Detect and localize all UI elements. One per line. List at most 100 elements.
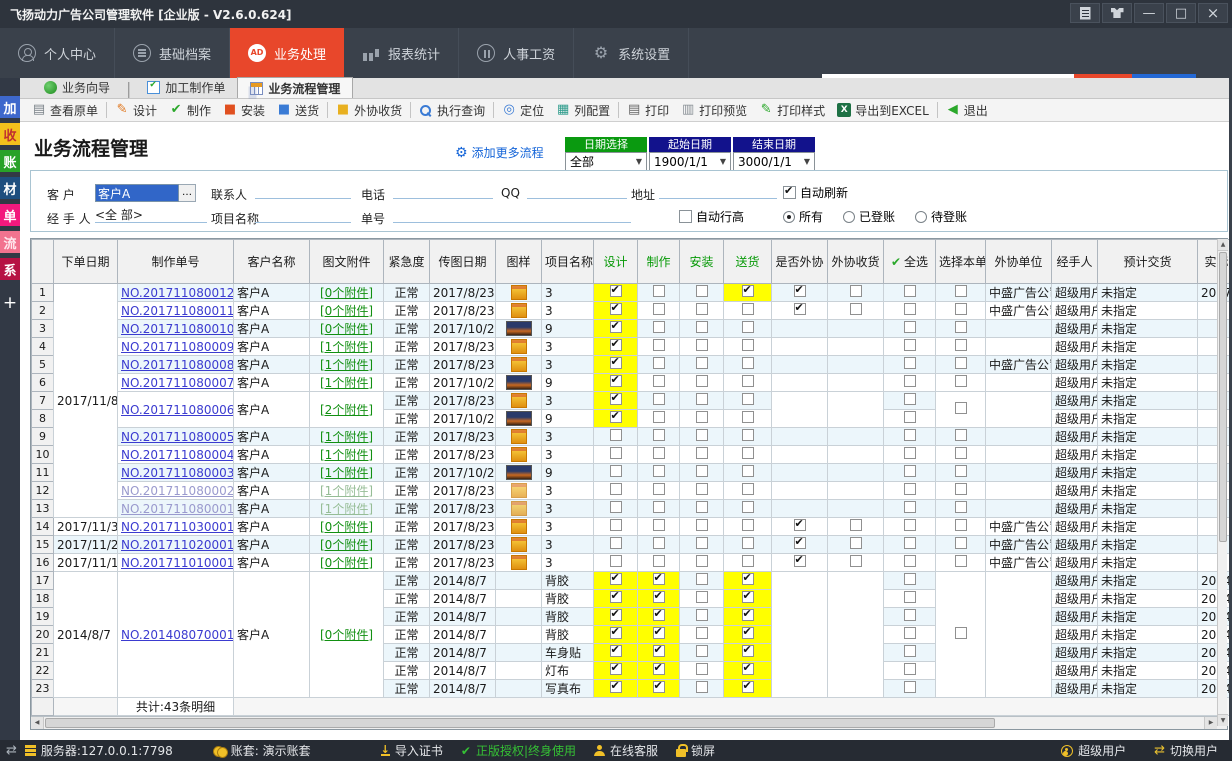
check-deliver[interactable] <box>742 627 754 639</box>
toolbar-button-导出到EXCEL[interactable]: X导出到EXCEL <box>831 100 935 121</box>
check-install[interactable] <box>696 537 708 549</box>
col-制作[interactable]: 制作 <box>638 240 680 284</box>
check-install[interactable] <box>696 465 708 477</box>
order-link[interactable]: NO.201711080008 <box>121 358 234 372</box>
check-make[interactable] <box>653 357 665 369</box>
thumbnail-gold[interactable] <box>511 339 527 354</box>
check-deliver[interactable] <box>742 375 754 387</box>
check-select-order[interactable] <box>955 285 967 297</box>
check-design[interactable] <box>610 339 622 351</box>
check-select-all[interactable] <box>904 375 916 387</box>
maximize-button[interactable]: □ <box>1166 3 1196 23</box>
check-outsourced[interactable] <box>794 555 806 567</box>
sidebar-item-材[interactable]: 材 <box>0 177 20 199</box>
agent-input[interactable] <box>95 206 207 223</box>
scroll-right-button[interactable]: ▶ <box>1204 717 1217 729</box>
close-button[interactable]: × <box>1198 3 1228 23</box>
check-design[interactable] <box>610 411 622 423</box>
date-dropdown-日期选择[interactable]: 全部▼ <box>565 152 647 171</box>
check-design[interactable] <box>610 357 622 369</box>
check-select-order[interactable] <box>955 321 967 333</box>
check-make[interactable] <box>653 339 665 351</box>
check-install[interactable] <box>696 645 708 657</box>
check-select-all[interactable] <box>904 645 916 657</box>
check-select-all[interactable] <box>904 357 916 369</box>
check-deliver[interactable] <box>742 663 754 675</box>
sidebar-item-收[interactable]: 收 <box>0 123 20 145</box>
check-install[interactable] <box>696 555 708 567</box>
check-select-order[interactable] <box>955 501 967 513</box>
col-是否外协[interactable]: 是否外协 <box>772 240 828 284</box>
order-link[interactable]: NO.201408070001 <box>121 628 234 642</box>
check-install[interactable] <box>696 483 708 495</box>
col-图样[interactable]: 图样 <box>496 240 542 284</box>
horizontal-scroll-thumb[interactable] <box>45 718 995 728</box>
order-link[interactable]: NO.201711080010 <box>121 322 234 336</box>
check-design[interactable] <box>610 285 622 297</box>
panel-toggle-icon[interactable]: ⇄ <box>6 743 17 758</box>
col-外协单位[interactable]: 外协单位 <box>986 240 1052 284</box>
scroll-left-button[interactable]: ◀ <box>31 717 44 729</box>
toolbar-button-退出[interactable]: ◀退出 <box>940 100 994 121</box>
check-install[interactable] <box>696 429 708 441</box>
radio-所有[interactable] <box>783 211 795 223</box>
check-select-all[interactable] <box>904 411 916 423</box>
tab-业务流程管理[interactable]: 业务流程管理 <box>237 77 353 98</box>
order-link[interactable]: NO.201711080011 <box>121 304 234 318</box>
check-select-order[interactable] <box>955 627 967 639</box>
attachment-link[interactable]: [1个附件] <box>313 482 380 499</box>
vertical-scroll-thumb[interactable] <box>1219 252 1227 542</box>
col-安装[interactable]: 安装 <box>680 240 724 284</box>
check-select-all[interactable] <box>904 429 916 441</box>
check-select-all[interactable] <box>904 303 916 315</box>
check-design[interactable] <box>610 645 622 657</box>
check-select-order[interactable] <box>955 402 967 414</box>
toolbar-button-列配置[interactable]: ▦列配置 <box>550 100 616 121</box>
check-select-all[interactable] <box>904 483 916 495</box>
thumbnail-gold[interactable] <box>511 285 527 300</box>
check-select-all[interactable] <box>904 591 916 603</box>
check-design[interactable] <box>610 681 622 693</box>
order-link[interactable]: NO.201711080006 <box>121 403 234 417</box>
check-select-all[interactable] <box>904 519 916 531</box>
order-link[interactable]: NO.201711080009 <box>121 340 234 354</box>
check-select-order[interactable] <box>955 303 967 315</box>
check-select-order[interactable] <box>955 519 967 531</box>
customer-picker-button[interactable]: … <box>179 184 196 202</box>
check-deliver[interactable] <box>742 519 754 531</box>
project-input[interactable] <box>255 206 351 223</box>
notes-button[interactable] <box>1070 3 1100 23</box>
sidebar-item-+[interactable]: + <box>3 293 17 313</box>
check-install[interactable] <box>696 573 708 585</box>
check-design[interactable] <box>610 375 622 387</box>
check-install[interactable] <box>696 681 708 693</box>
check-deliver[interactable] <box>742 483 754 495</box>
check-select-all[interactable] <box>904 321 916 333</box>
scroll-up-button[interactable]: ▲ <box>1218 239 1228 251</box>
check-select-order[interactable] <box>955 357 967 369</box>
toolbar-button-定位[interactable]: ◎定位 <box>496 100 550 121</box>
col-设计[interactable]: 设计 <box>594 240 638 284</box>
check-design[interactable] <box>610 519 622 531</box>
qq-input[interactable] <box>527 182 627 199</box>
check-make[interactable] <box>653 393 665 405</box>
attachment-link[interactable]: [0个附件] <box>313 554 380 571</box>
check-install[interactable] <box>696 321 708 333</box>
check-design[interactable] <box>610 303 622 315</box>
col-送货[interactable]: 送货 <box>724 240 772 284</box>
thumbnail-gold[interactable] <box>511 393 527 408</box>
attachment-link[interactable]: [0个附件] <box>313 302 380 319</box>
check-deliver[interactable] <box>742 645 754 657</box>
thumbnail-sunset[interactable] <box>506 465 532 480</box>
col-紧急度[interactable]: 紧急度 <box>384 240 430 284</box>
scope-option-已登账[interactable]: 已登账 <box>843 208 895 225</box>
check-select-order[interactable] <box>955 465 967 477</box>
skin-button[interactable] <box>1102 3 1132 23</box>
attachment-link[interactable]: [0个附件] <box>313 320 380 337</box>
check-make[interactable] <box>653 429 665 441</box>
scroll-down-button[interactable]: ▼ <box>1218 714 1228 726</box>
check-outsourced[interactable] <box>794 303 806 315</box>
toolbar-button-查看原单[interactable]: ▤查看原单 <box>26 100 104 121</box>
thumbnail-gold[interactable] <box>511 357 527 372</box>
check-select-order[interactable] <box>955 483 967 495</box>
